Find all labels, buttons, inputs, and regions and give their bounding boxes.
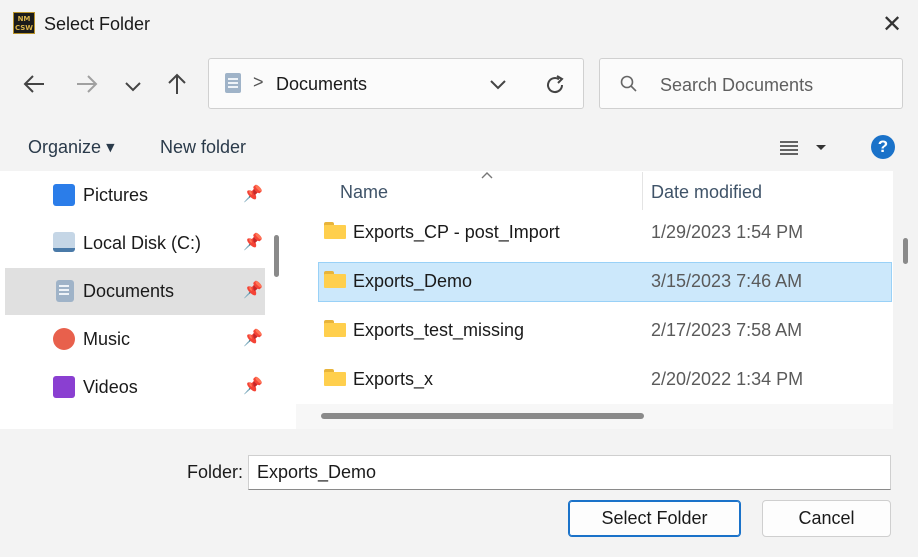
pin-icon[interactable]: 📌 <box>243 328 263 347</box>
app-logo-icon: NM CSW <box>13 12 35 34</box>
folder-icon <box>324 222 346 239</box>
documents-icon <box>56 280 74 302</box>
file-row-selected[interactable]: Exports_Demo 3/15/2023 7:46 AM <box>318 262 892 302</box>
sidebar-item-videos[interactable]: Videos 📌 <box>5 364 265 411</box>
up-arrow-icon[interactable] <box>160 66 194 102</box>
search-placeholder: Search Documents <box>660 75 814 95</box>
view-list-icon[interactable] <box>780 140 798 156</box>
pin-icon[interactable]: 📌 <box>243 184 263 203</box>
sort-ascending-icon <box>481 172 493 179</box>
new-folder-button[interactable]: New folder <box>160 137 246 158</box>
folder-name-input[interactable] <box>248 455 891 490</box>
vertical-scrollbar-thumb[interactable] <box>903 238 908 264</box>
sidebar-item-local-disk[interactable]: Local Disk (C:) 📌 <box>5 220 265 267</box>
address-dropdown-chevron-icon[interactable] <box>490 80 506 90</box>
file-row[interactable]: Exports_CP - post_Import 1/29/2023 1:54 … <box>318 213 892 253</box>
pin-icon[interactable]: 📌 <box>243 232 263 251</box>
cancel-button[interactable]: Cancel <box>762 500 891 537</box>
file-date: 2/20/2022 1:34 PM <box>651 369 804 389</box>
folder-icon <box>324 369 346 386</box>
sidebar-item-documents[interactable]: Documents 📌 <box>5 268 265 315</box>
dialog-footer <box>0 429 918 557</box>
sidebar-item-label: Videos <box>83 377 138 397</box>
sidebar-item-label: Music <box>83 329 131 349</box>
sidebar-item-pictures[interactable]: Pictures 📌 <box>5 172 265 219</box>
close-icon[interactable]: ✕ <box>878 11 906 37</box>
address-bar[interactable]: > Documents <box>208 58 584 109</box>
disk-icon <box>53 232 75 252</box>
navigation-scrollbar-thumb[interactable] <box>274 235 279 277</box>
file-name: Exports_x <box>353 369 434 389</box>
pin-icon[interactable]: 📌 <box>243 280 263 299</box>
navigation-pane: Pictures 📌 Local Disk (C:) 📌 Documents 📌… <box>0 171 290 429</box>
sidebar-item-label: Documents <box>83 281 175 301</box>
breadcrumb-documents[interactable]: Documents <box>276 74 367 95</box>
folder-label: Folder: <box>187 462 244 482</box>
sidebar-item-label: Local Disk (C:) <box>83 233 202 253</box>
horizontal-scrollbar-thumb[interactable] <box>321 413 644 419</box>
file-name: Exports_CP - post_Import <box>353 222 560 242</box>
column-header-name[interactable]: Name <box>340 182 388 203</box>
view-options-chevron-icon[interactable] <box>815 144 827 152</box>
organize-dropdown-icon: ▼ <box>106 141 115 154</box>
pictures-icon <box>53 184 75 206</box>
refresh-icon[interactable] <box>544 74 566 96</box>
sidebar-item-music[interactable]: Music 📌 <box>5 316 265 363</box>
file-date: 2/17/2023 7:58 AM <box>651 320 803 340</box>
organize-button[interactable]: Organize ▼ <box>28 137 115 158</box>
organize-label: Organize <box>28 137 102 157</box>
file-name: Exports_Demo <box>353 271 473 291</box>
folder-icon <box>324 271 346 288</box>
file-name: Exports_test_missing <box>353 320 525 340</box>
file-date: 3/15/2023 7:46 AM <box>651 271 803 291</box>
back-arrow-icon[interactable] <box>17 66 51 102</box>
search-box[interactable]: Search Documents <box>599 58 903 109</box>
app-logo-text-bottom: CSW <box>14 24 34 32</box>
file-row[interactable]: Exports_x 2/20/2022 1:34 PM <box>318 360 892 400</box>
search-icon <box>620 75 637 92</box>
music-icon <box>53 328 75 350</box>
select-folder-button[interactable]: Select Folder <box>568 500 741 537</box>
breadcrumb-separator: > <box>253 72 264 92</box>
file-row[interactable]: Exports_test_missing 2/17/2023 7:58 AM <box>318 311 892 351</box>
videos-icon <box>53 376 75 398</box>
recent-locations-chevron-icon[interactable] <box>116 66 150 102</box>
file-date: 1/29/2023 1:54 PM <box>651 222 804 242</box>
pin-icon[interactable]: 📌 <box>243 376 263 395</box>
sidebar-item-label: Pictures <box>83 185 149 205</box>
column-header-date-modified[interactable]: Date modified <box>651 182 762 203</box>
documents-icon <box>225 73 241 93</box>
folder-icon <box>324 320 346 337</box>
window-title: Select Folder <box>44 14 151 34</box>
app-logo-text-top: NM <box>17 15 31 23</box>
forward-arrow-icon[interactable] <box>70 66 104 102</box>
column-divider[interactable] <box>642 172 643 210</box>
help-icon[interactable]: ? <box>871 135 895 159</box>
